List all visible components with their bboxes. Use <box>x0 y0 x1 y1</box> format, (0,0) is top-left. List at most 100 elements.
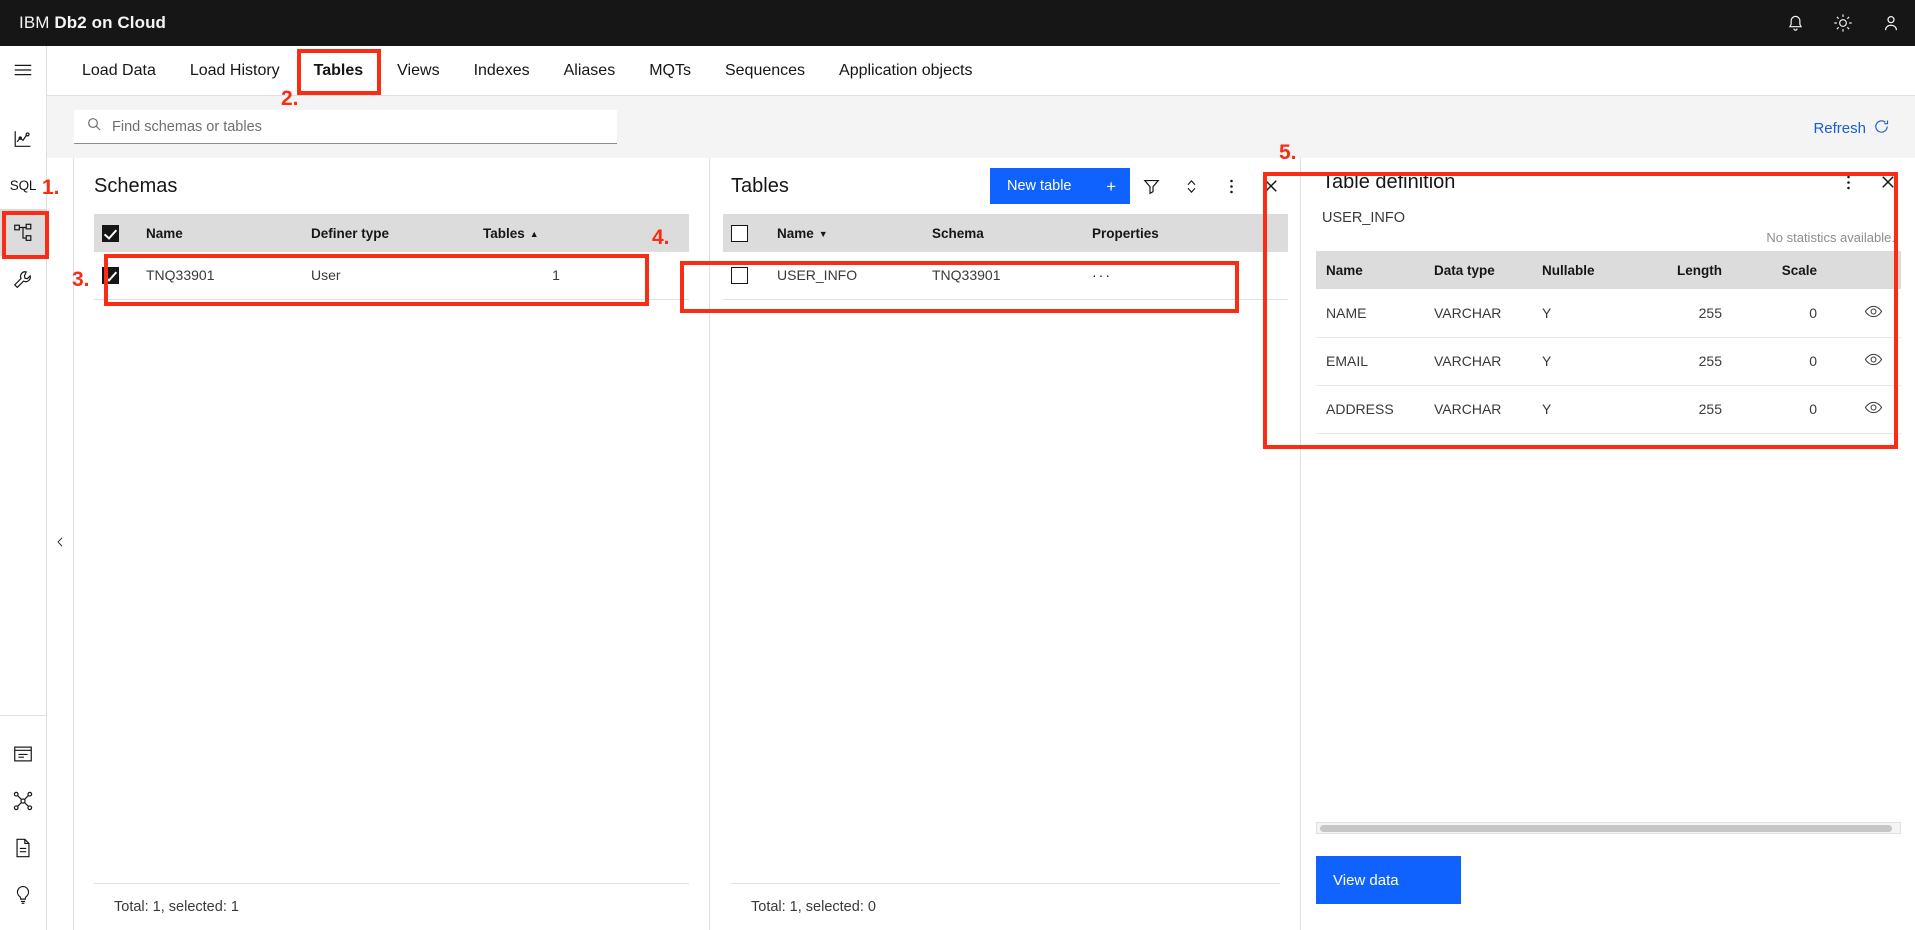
search-input[interactable] <box>112 118 617 135</box>
help-icon[interactable] <box>0 871 47 918</box>
tab-mqts[interactable]: MQTs <box>632 46 708 95</box>
filter-icon[interactable] <box>1132 167 1170 205</box>
def-col-data-type: Data type <box>1424 251 1532 289</box>
tab-views[interactable]: Views <box>380 46 456 95</box>
tables-col-name[interactable]: Name ▼ <box>769 214 924 252</box>
search-toolbar: Refresh <box>47 96 1915 158</box>
view-icon[interactable] <box>1827 289 1901 338</box>
menu-icon[interactable] <box>0 46 47 93</box>
collapse-panel-button[interactable] <box>47 158 74 930</box>
monitoring-icon[interactable] <box>0 115 47 162</box>
product-brand[interactable]: IBM Db2 on Cloud <box>0 13 166 33</box>
schemas-col-definer-type[interactable]: Definer type <box>303 214 475 252</box>
table-definition-header-row: Name Data type Nullable Length Scale <box>1316 251 1901 289</box>
tables-col-properties[interactable]: Properties <box>1084 214 1288 252</box>
tab-load-data[interactable]: Load Data <box>65 46 173 95</box>
def-row-name: ADDRESS <box>1316 385 1424 434</box>
table-row: ADDRESS VARCHAR Y 255 0 <box>1316 385 1901 434</box>
sql-icon-label: SQL <box>9 178 37 193</box>
tab-application-objects[interactable]: Application objects <box>822 46 989 95</box>
account-icon[interactable] <box>1867 0 1915 46</box>
data-objects-icon[interactable] <box>0 209 47 256</box>
overflow-menu-icon[interactable] <box>1212 167 1250 205</box>
schemas-total-label: Total: 1, selected: 1 <box>114 899 239 915</box>
schemas-panel-footer: Total: 1, selected: 1 <box>94 883 689 930</box>
def-row-scale: 0 <box>1732 385 1827 434</box>
def-row-length: 255 <box>1632 337 1732 386</box>
def-col-scale: Scale <box>1732 251 1827 289</box>
table-row[interactable]: USER_INFO TNQ33901 ··· <box>723 252 1288 300</box>
search-icon <box>74 116 112 137</box>
refresh-label: Refresh <box>1813 120 1866 137</box>
schemas-panel: Schemas Name Definer type Tables ▲ TNQ33… <box>74 158 710 930</box>
schemas-row-name[interactable]: TNQ33901 <box>138 252 303 300</box>
db2-console-app: IBM Db2 on Cloud SQL Load Data Load Hist… <box>0 0 1915 930</box>
def-col-nullable: Nullable <box>1532 251 1632 289</box>
table-row[interactable]: TNQ33901 User 1 <box>94 252 689 300</box>
sort-icon[interactable] <box>1172 167 1210 205</box>
def-row-length: 255 <box>1632 385 1732 434</box>
table-definition-actions <box>1829 163 1907 201</box>
schemas-select-all-checkbox[interactable] <box>102 224 119 242</box>
tables-row-select-cell <box>723 252 769 300</box>
refresh-button[interactable]: Refresh <box>1813 118 1890 139</box>
tables-table-header-row: Name ▼ Schema Properties <box>723 214 1288 252</box>
tables-total-label: Total: 1, selected: 0 <box>751 899 876 915</box>
sql-icon[interactable]: SQL <box>0 162 47 209</box>
schemas-panel-title: Schemas <box>94 174 178 197</box>
def-row-nullable: Y <box>1532 289 1632 338</box>
table-definition-header: Table definition <box>1302 158 1915 206</box>
view-icon[interactable] <box>1827 385 1901 434</box>
scrollbar-thumb[interactable] <box>1320 825 1892 832</box>
appearance-icon[interactable] <box>1819 0 1867 46</box>
global-header-actions <box>1771 0 1915 46</box>
search-field-wrapper[interactable] <box>74 110 617 144</box>
documentation-icon[interactable] <box>0 824 47 871</box>
console-icon[interactable] <box>0 730 47 777</box>
tables-select-all-cell <box>723 214 769 252</box>
table-definition-panel: Table definition USER_INFO No statistics… <box>1302 158 1915 930</box>
brand-name: Db2 on Cloud <box>54 13 167 32</box>
tab-load-history[interactable]: Load History <box>173 46 297 95</box>
brand-prefix: IBM <box>19 13 50 32</box>
table-definition-horizontal-scrollbar[interactable] <box>1316 822 1901 834</box>
tables-col-name-label: Name <box>777 225 814 241</box>
overflow-menu-icon[interactable] <box>1829 163 1867 201</box>
tables-row-properties-menu[interactable]: ··· <box>1084 252 1288 300</box>
tables-select-all-checkbox[interactable] <box>731 224 748 242</box>
def-row-name: EMAIL <box>1316 337 1424 386</box>
view-icon[interactable] <box>1827 337 1901 386</box>
table-definition-table-name: USER_INFO <box>1322 210 1405 226</box>
close-icon[interactable] <box>1252 167 1290 205</box>
def-row-name: NAME <box>1316 289 1424 338</box>
tab-sequences[interactable]: Sequences <box>708 46 822 95</box>
tab-tables[interactable]: Tables <box>297 46 381 95</box>
tables-row-name-link[interactable]: USER_INFO <box>769 252 924 300</box>
tables-table: Name ▼ Schema Properties USER_INFO TNQ33… <box>723 214 1288 300</box>
schemas-row-select-cell <box>94 252 138 300</box>
administration-icon[interactable] <box>0 256 47 303</box>
tab-indexes[interactable]: Indexes <box>457 46 547 95</box>
def-row-nullable: Y <box>1532 385 1632 434</box>
integration-icon[interactable] <box>0 777 47 824</box>
refresh-icon <box>1873 118 1890 139</box>
schemas-row-definer-type: User <box>303 252 475 300</box>
sort-descending-icon: ▼ <box>818 228 828 239</box>
new-table-button[interactable]: New table + <box>990 168 1130 204</box>
def-col-actions <box>1827 251 1901 289</box>
tables-panel-header: Tables New table + <box>711 158 1300 214</box>
def-row-scale: 0 <box>1732 289 1827 338</box>
schemas-col-tables[interactable]: Tables ▲ <box>475 214 689 252</box>
schemas-table: Name Definer type Tables ▲ TNQ33901 User… <box>94 214 689 300</box>
schemas-col-name[interactable]: Name <box>138 214 303 252</box>
view-data-button[interactable]: View data <box>1316 856 1461 904</box>
def-row-nullable: Y <box>1532 337 1632 386</box>
tables-row-checkbox[interactable] <box>731 267 748 285</box>
new-table-button-label: New table <box>1007 178 1072 194</box>
schemas-row-checkbox[interactable] <box>102 267 119 285</box>
notifications-icon[interactable] <box>1771 0 1819 46</box>
close-icon[interactable] <box>1869 163 1907 201</box>
tab-aliases[interactable]: Aliases <box>547 46 633 95</box>
schemas-select-all-cell <box>94 214 138 252</box>
tables-col-schema[interactable]: Schema <box>924 214 1084 252</box>
